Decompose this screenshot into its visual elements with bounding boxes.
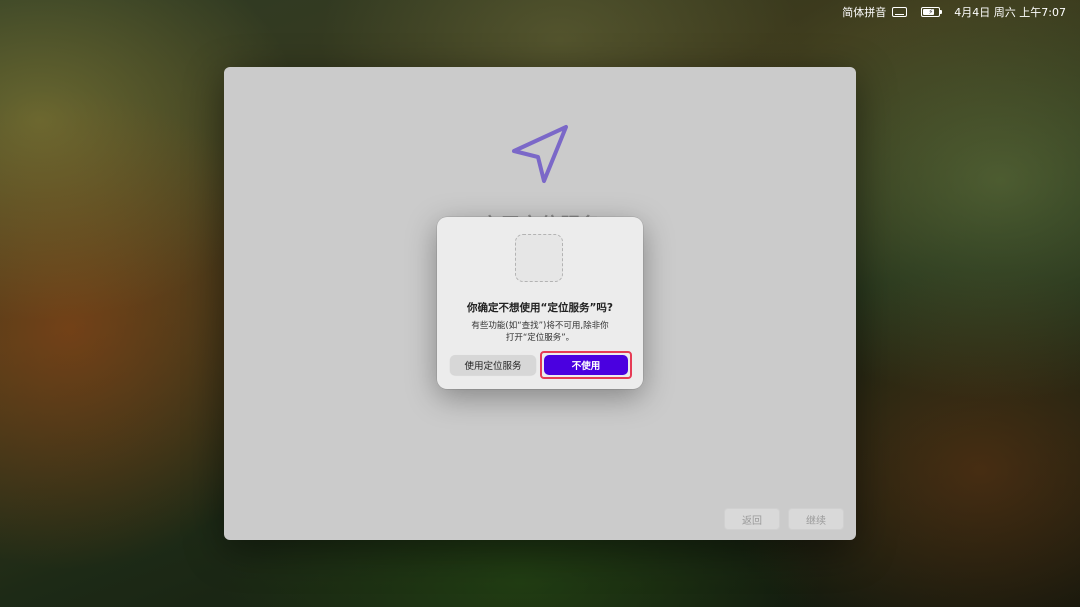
- input-method-label: 简体拼音: [842, 6, 887, 19]
- dialog-message: 有些功能(如“查找”)将不可用,除非你 打开“定位服务”。: [451, 320, 629, 344]
- use-location-button[interactable]: 使用定位服务: [450, 355, 536, 375]
- battery-charging-icon: ⚡: [921, 7, 943, 17]
- confirm-dialog: 你确定不想使用“定位服务”吗? 有些功能(如“查找”)将不可用,除非你 打开“定…: [437, 217, 643, 389]
- datetime-label: 4月4日 周六 上午7:07: [954, 6, 1066, 19]
- keyboard-icon: [892, 7, 908, 17]
- clock-menu[interactable]: 4月4日 周六 上午7:07: [954, 4, 1066, 20]
- continue-button[interactable]: 继续: [788, 508, 844, 530]
- location-arrow-icon: [512, 125, 568, 183]
- dialog-message-line2: 打开“定位服务”。: [505, 333, 575, 343]
- menu-bar: 简体拼音 ⚡ 4月4日 周六 上午7:07: [0, 0, 1080, 24]
- battery-menu[interactable]: ⚡: [921, 7, 943, 17]
- input-method-menu[interactable]: 简体拼音: [842, 4, 908, 20]
- bolt-icon: ⚡: [928, 7, 934, 16]
- back-button[interactable]: 返回: [724, 508, 780, 530]
- dialog-title: 你确定不想使用“定位服务”吗?: [467, 302, 613, 314]
- app-placeholder-icon: [515, 234, 563, 282]
- dont-use-button[interactable]: 不使用: [544, 355, 628, 375]
- dialog-message-line1: 有些功能(如“查找”)将不可用,除非你: [471, 321, 609, 331]
